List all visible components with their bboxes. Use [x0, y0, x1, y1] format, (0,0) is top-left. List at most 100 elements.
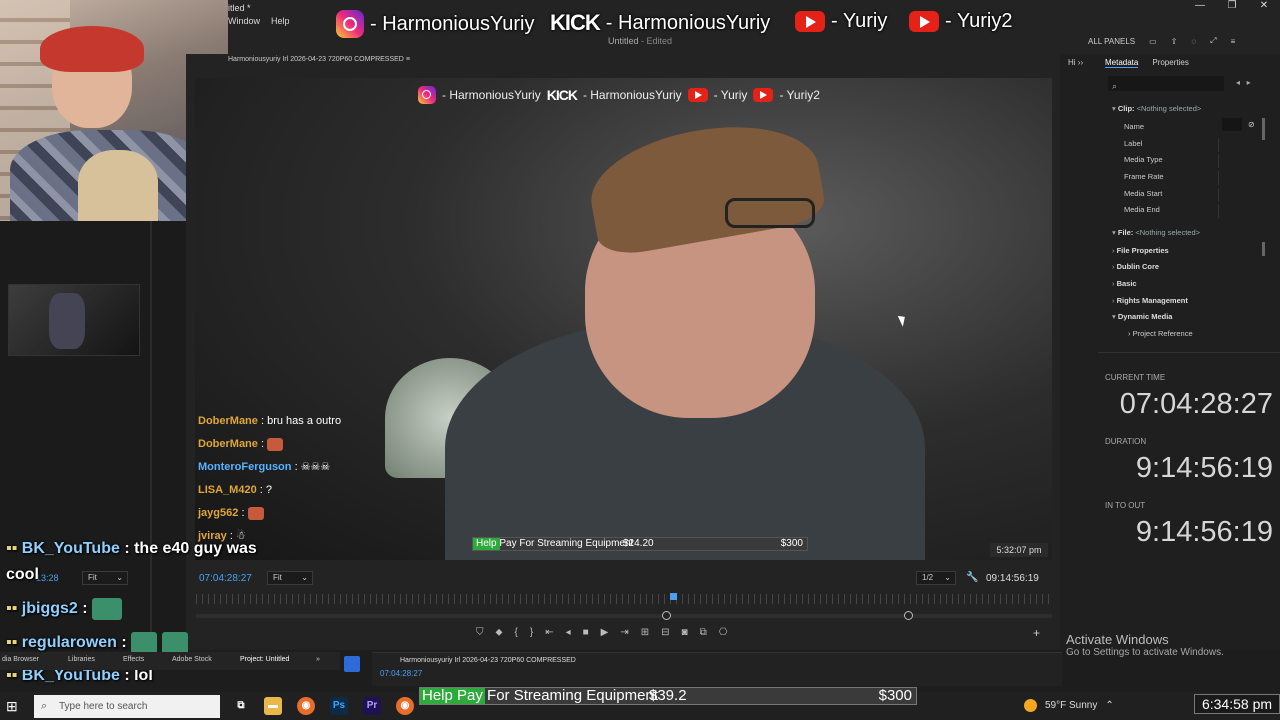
marker-icon[interactable]: ⬥: [496, 627, 503, 638]
history-tab[interactable]: Hi ››: [1068, 58, 1083, 67]
task-view-icon[interactable]: ⧉: [232, 697, 250, 715]
timeline-title[interactable]: Harmoniousyuriy Irl 2026-04-23 720P60 CO…: [400, 657, 576, 664]
document-title: itled *: [228, 3, 251, 13]
panel-divider[interactable]: [150, 221, 152, 651]
section-label: Basic: [1116, 279, 1137, 288]
time-ruler[interactable]: [196, 594, 1052, 604]
play-icon[interactable]: ▶: [601, 627, 609, 638]
file-explorer-icon[interactable]: ▬: [264, 697, 282, 715]
close-button[interactable]: ✕: [1248, 0, 1280, 14]
file-scrollbar[interactable]: [1262, 242, 1265, 256]
value-cell[interactable]: [1218, 188, 1262, 202]
chat-username: LISA_M420: [198, 484, 257, 496]
name-value-field[interactable]: [1222, 118, 1242, 131]
subsection-project-reference[interactable]: › Project Reference: [1128, 329, 1193, 338]
camera-icon[interactable]: ◙: [682, 627, 688, 638]
clip-thumbnail[interactable]: [8, 284, 140, 356]
value-cell[interactable]: [1218, 171, 1262, 185]
youtube-icon: [795, 11, 825, 32]
value-cell[interactable]: [1218, 204, 1262, 218]
start-icon[interactable]: ⊞: [6, 698, 18, 715]
more-tabs-icon[interactable]: »: [316, 656, 320, 663]
section-dublin-core[interactable]: › Dublin Core: [1112, 262, 1159, 271]
zoom-fit-select[interactable]: Fit ⌄: [267, 571, 313, 585]
divider: [1098, 352, 1280, 353]
fullscreen-icon[interactable]: ⤢: [1210, 36, 1216, 46]
panel-icon[interactable]: ▭: [1149, 37, 1157, 46]
source-timecode[interactable]: 13:28: [36, 573, 59, 583]
extract-icon[interactable]: ⊟: [661, 627, 669, 638]
section-file-properties[interactable]: › File Properties: [1112, 246, 1169, 255]
compare-icon[interactable]: ⧉: [700, 627, 707, 638]
export-icon[interactable]: ⇧: [1171, 37, 1178, 46]
weather-widget[interactable]: 59°F Sunny ⌃: [1024, 699, 1114, 712]
youtube-icon: [687, 88, 708, 102]
go-to-in-icon[interactable]: ⇤: [545, 627, 553, 638]
zoom-scrollbar[interactable]: [196, 611, 1052, 620]
stream-chat-message: ▪▪ jbiggs2 :: [6, 598, 123, 620]
tab-libraries[interactable]: Libraries: [68, 656, 95, 663]
mark-in-icon[interactable]: {: [515, 627, 518, 638]
settings-icon[interactable]: ≡: [1231, 37, 1236, 46]
vr-icon[interactable]: ⎔: [719, 627, 728, 638]
firefox-icon[interactable]: ◉: [297, 697, 315, 715]
tab-properties[interactable]: Properties: [1152, 58, 1188, 68]
program-tab[interactable]: Harmoniousyuriy Irl 2026-04-23 720P60 CO…: [228, 56, 410, 63]
chat-text: :: [294, 461, 298, 473]
premiere-icon[interactable]: Pr: [363, 697, 381, 715]
menu-bar: Window Help: [228, 16, 290, 26]
minimize-button[interactable]: —: [1184, 0, 1216, 14]
value-cell[interactable]: [1218, 154, 1262, 168]
section-rights-management[interactable]: › Rights Management: [1112, 296, 1188, 305]
all-panels-button[interactable]: ALL PANELS: [1088, 37, 1135, 46]
add-marker-icon[interactable]: ⛉: [476, 627, 484, 638]
tab-adobe-stock[interactable]: Adobe Stock: [172, 656, 212, 663]
stop-icon[interactable]: ■: [583, 627, 589, 638]
playhead[interactable]: [670, 593, 677, 600]
clip-header[interactable]: ▾ Clip: <Nothing selected>: [1112, 104, 1201, 113]
lift-icon[interactable]: ⊞: [641, 627, 649, 638]
resolution-select[interactable]: 1/2 ⌄: [916, 571, 956, 585]
current-timecode[interactable]: 07:04:28:27: [199, 573, 252, 584]
photoshop-icon[interactable]: Ps: [330, 697, 348, 715]
progress-icon[interactable]: ◌: [1191, 37, 1196, 46]
firefox-dev-icon[interactable]: ◉: [396, 697, 414, 715]
go-to-out-icon[interactable]: ⇥: [620, 627, 628, 638]
chat-message: MonteroFerguson : ☠☠☠: [198, 456, 341, 479]
resolution-value: 1/2: [922, 573, 934, 582]
scroll-handle-left[interactable]: [662, 611, 671, 620]
activate-title: Activate Windows: [1066, 632, 1169, 647]
step-back-icon[interactable]: ◂: [566, 627, 571, 638]
tab-menu-icon[interactable]: ≡: [406, 56, 410, 63]
zoom-fit-value: Fit: [273, 573, 282, 582]
wrench-icon[interactable]: 🔧: [966, 572, 978, 583]
clip-scrollbar[interactable]: [1262, 118, 1265, 140]
scroll-handle-right[interactable]: [904, 611, 913, 620]
section-label: File Properties: [1116, 246, 1169, 255]
mark-out-icon[interactable]: }: [530, 627, 533, 638]
tab-project[interactable]: Project: Untitled: [240, 656, 289, 663]
restore-button[interactable]: ❐: [1216, 0, 1248, 14]
timeline-timecode[interactable]: 07:04:28:27: [380, 669, 422, 678]
source-fit-select[interactable]: Fit ⌄: [82, 571, 128, 585]
section-basic[interactable]: › Basic: [1112, 279, 1137, 288]
tab-media-browser[interactable]: dia Browser: [2, 656, 39, 663]
menu-help[interactable]: Help: [271, 16, 290, 26]
project-status: - Edited: [641, 36, 673, 46]
chat-username: jayg562: [198, 507, 239, 519]
add-button-icon[interactable]: +: [1033, 626, 1040, 640]
value-cell[interactable]: [1218, 138, 1262, 152]
file-header[interactable]: ▾ File: <Nothing selected>: [1112, 228, 1200, 237]
link-off-icon[interactable]: ⊘: [1248, 120, 1255, 129]
metadata-search-input[interactable]: ⌕: [1108, 76, 1224, 91]
video-kick-handle: - HarmoniousYuriy: [582, 88, 682, 102]
tab-effects[interactable]: Effects: [123, 656, 144, 663]
selection-tool-icon[interactable]: [344, 656, 360, 672]
taskbar-search-input[interactable]: ⌕ Type here to search: [34, 695, 220, 718]
video-timestamp: 5:32:07 pm: [990, 543, 1048, 557]
nav-arrows[interactable]: ◂ ▸: [1236, 78, 1251, 87]
menu-window[interactable]: Window: [228, 16, 260, 26]
section-dynamic-media[interactable]: ▾ Dynamic Media: [1112, 312, 1172, 321]
tray-chevron-icon[interactable]: ⌃: [1105, 700, 1113, 711]
tab-metadata[interactable]: Metadata: [1105, 58, 1139, 68]
